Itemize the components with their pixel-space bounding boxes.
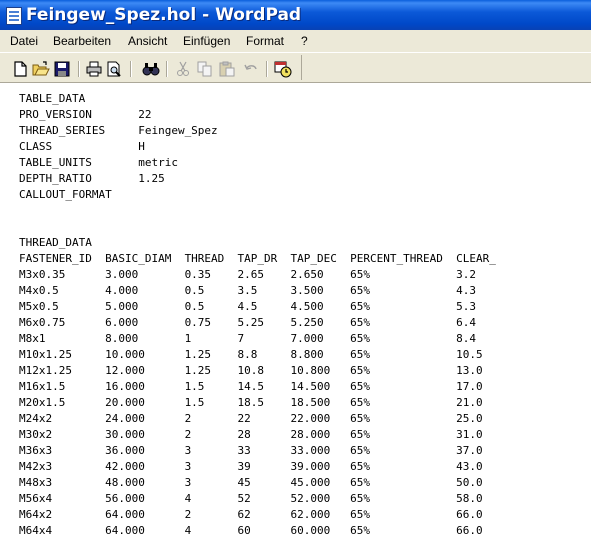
toolbar-separator	[78, 61, 80, 77]
document-line: M8x1 8.000 1 7 7.000 65% 8.4	[19, 332, 476, 345]
document-line: M36x3 36.000 3 33 33.000 65% 37.0	[19, 444, 483, 457]
document-line: THREAD_DATA	[19, 236, 92, 249]
document-line: M24x2 24.000 2 22 22.000 65% 25.0	[19, 412, 483, 425]
toolbar-separator	[266, 61, 268, 77]
document-line: M64x4 64.000 4 60 60.000 65% 66.0	[19, 524, 483, 537]
document-line: M10x1.25 10.000 1.25 8.8 8.800 65% 10.5	[19, 348, 483, 361]
copy-icon	[197, 61, 212, 77]
document-line	[19, 219, 496, 235]
document-line: M4x0.5 4.000 0.5 3.5 3.500 65% 4.3	[19, 284, 476, 297]
find-icon[interactable]	[142, 60, 160, 78]
menu-help[interactable]: ?	[301, 34, 308, 48]
print-preview-icon[interactable]	[105, 60, 123, 78]
insert-date-time-icon[interactable]	[274, 60, 292, 78]
document-line: M3x0.35 3.000 0.35 2.65 2.650 65% 3.2	[19, 268, 476, 281]
menu-einfuegen[interactable]: Einfügen	[183, 34, 230, 48]
document-line: M12x1.25 12.000 1.25 10.8 10.800 65% 13.…	[19, 364, 483, 377]
menu-bar: Datei Bearbeiten Ansicht Einfügen Format…	[0, 30, 591, 52]
document-line: M16x1.5 16.000 1.5 14.5 14.500 65% 17.0	[19, 380, 483, 393]
document-line: FASTENER_ID BASIC_DIAM THREAD TAP_DR TAP…	[19, 252, 496, 265]
title-bar: Feingew_Spez.hol - WordPad	[0, 0, 591, 30]
save-icon[interactable]	[53, 60, 71, 78]
open-folder-icon[interactable]	[32, 60, 50, 78]
menu-format[interactable]: Format	[246, 34, 284, 48]
document-text[interactable]: TABLE_DATA PRO_VERSION 22 THREAD_SERIES Fe…	[19, 91, 496, 539]
document-line: M30x2 30.000 2 28 28.000 65% 31.0	[19, 428, 483, 441]
print-icon[interactable]	[85, 60, 103, 78]
document-line: CALLOUT_FORMAT	[19, 188, 112, 201]
document-line: TABLE_DATA	[19, 92, 86, 105]
menu-bearbeiten[interactable]: Bearbeiten	[53, 34, 111, 48]
document-line: PRO_VERSION 22	[19, 108, 152, 121]
document-line: M5x0.5 5.000 0.5 4.5 4.500 65% 5.3	[19, 300, 476, 313]
document-area[interactable]: TABLE_DATA PRO_VERSION 22 THREAD_SERIES Fe…	[0, 83, 591, 539]
document-line: TABLE_UNITS metric	[19, 156, 178, 169]
toolbar-separator	[130, 61, 132, 77]
standard-toolbar	[2, 55, 302, 80]
window-title: Feingew_Spez.hol - WordPad	[26, 5, 302, 25]
document-line: M20x1.5 20.000 1.5 18.5 18.500 65% 21.0	[19, 396, 483, 409]
cut-icon	[177, 61, 189, 76]
paste-icon	[219, 61, 235, 77]
document-line: M64x2 64.000 2 62 62.000 65% 66.0	[19, 508, 483, 521]
document-line	[19, 203, 496, 219]
menu-ansicht[interactable]: Ansicht	[128, 34, 167, 48]
document-line: M42x3 42.000 3 39 39.000 65% 43.0	[19, 460, 483, 473]
menu-datei[interactable]: Datei	[10, 34, 38, 48]
document-line: M6x0.75 6.000 0.75 5.25 5.250 65% 6.4	[19, 316, 476, 329]
undo-icon	[244, 64, 257, 70]
toolbar-separator	[166, 61, 168, 77]
document-line: M48x3 48.000 3 45 45.000 65% 50.0	[19, 476, 483, 489]
document-line: M56x4 56.000 4 52 52.000 65% 58.0	[19, 492, 483, 505]
new-document-icon[interactable]	[11, 60, 29, 78]
document-line: DEPTH_RATIO 1.25	[19, 172, 165, 185]
wordpad-app-icon[interactable]	[6, 7, 22, 25]
toolbar	[0, 52, 591, 83]
document-line: THREAD_SERIES Feingew_Spez	[19, 124, 218, 137]
document-line: CLASS H	[19, 140, 145, 153]
